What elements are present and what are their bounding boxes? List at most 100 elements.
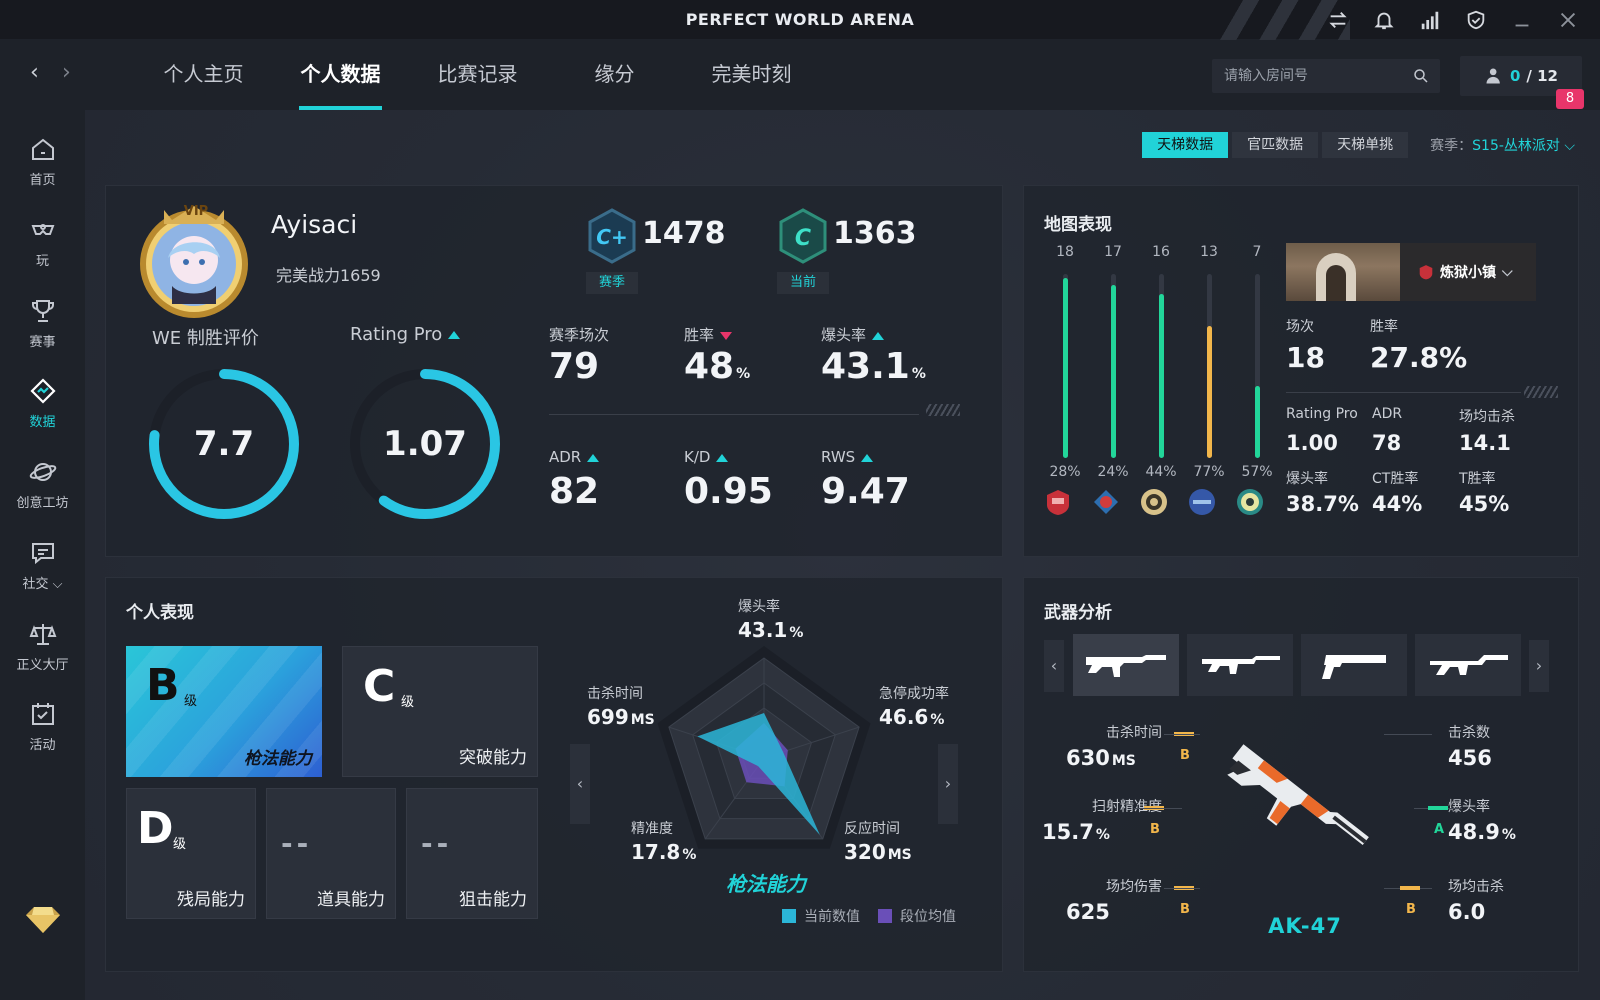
- m4-icon: [1202, 656, 1280, 674]
- rating-pro-value: 1.07: [383, 424, 467, 464]
- anubis-logo-icon[interactable]: [1140, 488, 1168, 516]
- weapon-stat-number: 456: [1448, 746, 1492, 770]
- map-stat-label: 场均击杀: [1459, 409, 1515, 425]
- grade-card-clutch[interactable]: D 级 残局能力: [126, 788, 256, 919]
- stat-value: 48%: [684, 346, 750, 387]
- tab-affinity[interactable]: 缘分: [546, 40, 683, 110]
- notification-badge: 8: [1556, 89, 1584, 109]
- map-bar[interactable]: [1063, 274, 1068, 458]
- radar-value-number: 699: [587, 705, 629, 729]
- radar-legend: 当前数值 段位均值: [782, 906, 956, 926]
- bell-icon[interactable]: [1372, 8, 1396, 32]
- tab-match-history[interactable]: 比赛记录: [409, 40, 546, 110]
- weapon-stat-label: 场均伤害: [1106, 879, 1162, 895]
- weapon-stat-grade: B: [1180, 902, 1190, 917]
- map-stat-label: CT胜率: [1372, 471, 1419, 487]
- weapon-stat-number: 625: [1066, 900, 1110, 924]
- chat-icon: [31, 543, 54, 565]
- trend-up-icon: [861, 453, 874, 462]
- sidebar-label: 数据: [29, 415, 56, 430]
- swap-icon[interactable]: [1326, 8, 1350, 32]
- tab-perfect-moments[interactable]: 完美时刻: [683, 40, 820, 110]
- history-arrows: ‹ ›: [30, 62, 76, 84]
- map-winrate: 24%: [1097, 464, 1129, 480]
- map-bar[interactable]: [1111, 274, 1116, 458]
- map-winrate: 77%: [1193, 464, 1225, 480]
- vertigo-logo-icon[interactable]: [1188, 488, 1216, 516]
- map-thumbnail[interactable]: [1286, 243, 1400, 301]
- sidebar-item-social[interactable]: 社交 ⌵: [0, 539, 85, 592]
- sidebar-item-play[interactable]: 玩: [0, 216, 85, 269]
- diamond-logo-icon[interactable]: [24, 905, 62, 935]
- sidebar-item-events[interactable]: 赛事: [0, 297, 85, 350]
- stat-label: ADR: [549, 448, 600, 466]
- calendar-icon: [31, 703, 54, 725]
- map-bar[interactable]: [1255, 274, 1260, 458]
- stat-label: RWS: [821, 448, 874, 466]
- search-icon[interactable]: [1412, 67, 1430, 85]
- sidebar-label: 首页: [29, 173, 56, 188]
- radar-value-number: 17.8: [631, 840, 681, 864]
- weapon-stat-number: 48.9: [1448, 820, 1500, 844]
- grade-letter: D: [137, 803, 174, 854]
- sidebar-item-justice-hall[interactable]: 正义大厅: [0, 620, 85, 673]
- sidebar-item-workshop[interactable]: 创意工坊: [0, 458, 85, 511]
- tab-official-data[interactable]: 官匹数据: [1232, 132, 1319, 158]
- weapon-stat-line: [1164, 734, 1200, 735]
- grade-suffix: 级: [173, 837, 187, 852]
- map-bar[interactable]: [1159, 274, 1164, 458]
- grade-card-shooting[interactable]: B 级 枪法能力: [126, 646, 322, 777]
- weapon-stat-grade: B: [1406, 902, 1416, 917]
- weapon-thumb-m4[interactable]: [1187, 634, 1293, 696]
- tab-home-page[interactable]: 个人主页: [135, 40, 272, 110]
- radar-axis-label: 爆头率: [738, 599, 780, 615]
- sidebar-label: 正义大厅: [16, 658, 69, 673]
- season-selector[interactable]: 赛季：S15-丛林派对 ⌵: [1430, 135, 1575, 155]
- stat-label: 赛季场次: [549, 326, 610, 344]
- stat-value: 9.47: [821, 471, 910, 512]
- weapon-stat-value: 15.7%: [1042, 820, 1110, 844]
- grade-card-utility[interactable]: -- 道具能力: [266, 788, 396, 919]
- nuke-logo-icon[interactable]: [1236, 488, 1264, 516]
- weapon-thumb-famas[interactable]: [1415, 634, 1521, 696]
- inferno-logo-icon[interactable]: [1044, 488, 1072, 516]
- sidebar-item-activities[interactable]: 活动: [0, 700, 85, 753]
- tab-ladder-data[interactable]: 天梯数据: [1142, 132, 1229, 158]
- shield-check-icon[interactable]: [1464, 8, 1488, 32]
- grade-card-sniping[interactable]: -- 狙击能力: [406, 788, 538, 919]
- stat-value: 0.95: [684, 471, 773, 512]
- sidebar-item-home[interactable]: 首页: [0, 135, 85, 188]
- close-icon[interactable]: [1556, 8, 1580, 32]
- rank-current-tag: 当前: [777, 272, 829, 294]
- back-arrow-icon[interactable]: ‹: [30, 62, 44, 84]
- data-icon: [29, 378, 56, 404]
- signal-icon[interactable]: [1418, 8, 1442, 32]
- sidebar-item-data[interactable]: 数据: [0, 377, 85, 430]
- map-stat-label: Rating Pro: [1286, 406, 1358, 422]
- weapon-thumb-ak47[interactable]: [1073, 634, 1179, 696]
- weapon-thumb-pistol[interactable]: [1301, 634, 1407, 696]
- tab-personal-data[interactable]: 个人数据: [272, 40, 409, 110]
- weapon-prev-arrow[interactable]: ‹: [1044, 640, 1064, 692]
- app-window: PERFECT WORLD ARENA ‹ › 个人主页 个人数据 比赛记录 缘…: [0, 0, 1600, 1000]
- window-controls: [1326, 8, 1580, 32]
- radar-next-arrow[interactable]: ›: [938, 744, 958, 824]
- minimize-icon[interactable]: [1510, 8, 1534, 32]
- rating-pro-label: Rating Pro: [350, 324, 461, 345]
- grade-name: 残局能力: [177, 890, 245, 910]
- grade-card-breakthrough[interactable]: C 级 突破能力: [342, 646, 538, 777]
- radar-axis-label: 急停成功率: [879, 686, 949, 702]
- stat-number: 48: [684, 346, 735, 387]
- tab-ladder-duel[interactable]: 天梯单挑: [1322, 132, 1409, 158]
- overpass-logo-icon[interactable]: [1092, 488, 1120, 516]
- radar-prev-arrow[interactable]: ‹: [570, 744, 590, 824]
- gamepad-icon: [31, 224, 54, 235]
- forward-arrow-icon[interactable]: ›: [62, 62, 76, 84]
- weapon-stat-grade: B: [1150, 822, 1160, 837]
- weapon-next-arrow[interactable]: ›: [1529, 640, 1549, 692]
- radar-value-number: 46.6: [879, 705, 929, 729]
- room-search-input[interactable]: [1224, 59, 1404, 93]
- map-bar[interactable]: [1207, 274, 1212, 458]
- map-selector[interactable]: 炼狱小镇 ⌵: [1400, 243, 1536, 301]
- avatar[interactable]: VIP: [134, 196, 254, 321]
